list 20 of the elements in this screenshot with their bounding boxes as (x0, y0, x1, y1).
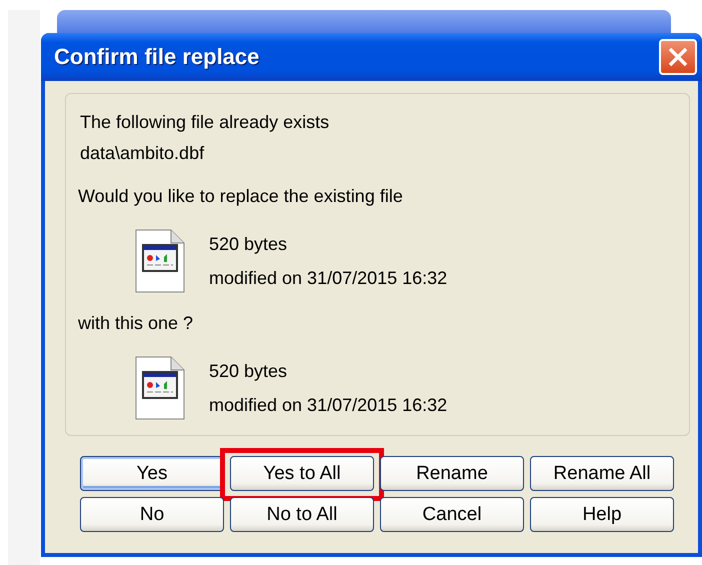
close-button[interactable] (659, 39, 697, 75)
dialog-button[interactable]: Yes to All (230, 456, 374, 491)
file-icon (135, 356, 185, 420)
file-date: modified on 31/07/2015 16:32 (209, 268, 448, 288)
file-icon (135, 229, 185, 293)
dialog-button[interactable]: Cancel (380, 497, 524, 532)
dialog-button[interactable]: No to All (230, 497, 374, 532)
close-icon (667, 46, 689, 68)
dialog-button[interactable]: Rename All (530, 456, 674, 491)
file-size: 520 bytes (209, 234, 288, 254)
dialog-button[interactable]: Rename (380, 456, 524, 491)
dialog-button[interactable]: No (80, 497, 224, 532)
message-text: Would you like to replace the existing file (78, 186, 404, 207)
dialog-button[interactable]: Help (530, 497, 674, 532)
message-text: with this one ? (78, 313, 194, 334)
window-title: Confirm file replace (54, 44, 260, 70)
file-size: 520 bytes (209, 360, 288, 382)
message-text: The following file already exists (80, 112, 330, 133)
file-date: modified on 31/07/2015 16:32 (209, 394, 448, 416)
file-path: data\ambito.dbf (80, 143, 206, 164)
